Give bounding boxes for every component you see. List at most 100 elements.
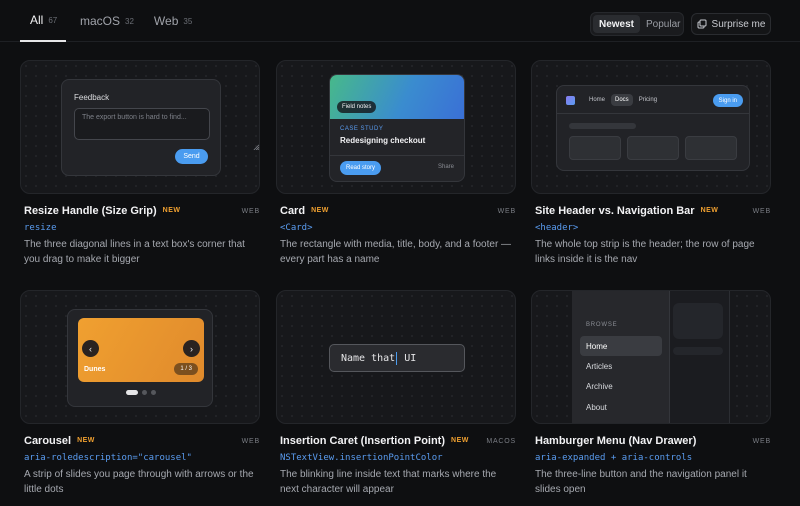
sort-toggle: Newest Popular [590,12,684,36]
filter-tabs: All 67 macOS 32 Web 35 [20,0,202,42]
slide-counter: 1 / 3 [174,363,198,375]
insertion-caret [396,351,398,365]
sample-card-title: Redesigning checkout [340,136,426,145]
card-title-text: Resize Handle (Size Grip) [24,205,157,217]
read-story-button[interactable]: Read story [340,161,382,175]
drawer-item-home[interactable]: Home [580,336,662,356]
tab-web[interactable]: Web 35 [144,0,202,42]
drawer-item-about[interactable]: About [580,397,662,417]
drawer-item-archive[interactable]: Archive [580,376,662,396]
card-preview: Field notes CASE STUDY Redesigning check… [276,60,516,194]
card-title: Card NEW [280,205,329,217]
code-name: <Card> [280,223,313,233]
nav-drawer: BROWSE Home Articles Archive About [572,291,670,423]
carousel-slide: ‹ › Dunes 1 / 3 [78,318,204,382]
tab-label: Web [153,14,179,28]
logo-icon [566,96,575,105]
caret-text-field[interactable]: Name that UI [329,344,465,372]
card-preview: ‹ › Dunes 1 / 3 [20,290,260,424]
card-title-text: Insertion Caret (Insertion Point) [280,435,446,447]
card-title: Carousel NEW [24,435,95,447]
sign-in-button[interactable]: Sign in [712,94,743,107]
shuffle-icon [697,19,707,29]
slide-title: Dunes [84,366,106,373]
card-preview: BROWSE Home Articles Archive About [531,290,771,424]
platform-tag: WEB [752,208,771,215]
card-preview: Feedback The export button is hard to fi… [20,60,260,194]
new-badge: NEW [77,437,95,444]
tab-all[interactable]: All 67 [20,0,66,42]
code-name: resize [24,223,57,233]
platform-tag: WEB [241,438,260,445]
send-button[interactable]: Send [175,149,208,164]
text-before-caret: Name that [341,352,396,364]
feedback-label: Feedback [74,93,110,102]
new-badge: NEW [451,437,469,444]
next-arrow-icon[interactable]: › [183,340,200,357]
drawer-item-articles[interactable]: Articles [580,356,662,376]
code-name: aria-roledescription="carousel" [24,453,192,463]
new-badge: NEW [311,207,329,214]
resize-grip-icon[interactable] [253,144,259,150]
placeholder-block [673,303,723,339]
card-title: Resize Handle (Size Grip) NEW [24,205,181,217]
prev-arrow-icon[interactable]: ‹ [82,340,99,357]
feedback-form: Feedback The export button is hard to fi… [61,79,259,176]
card-description: The whole top strip is the header; the r… [535,239,755,265]
nav-link-docs[interactable]: Docs [611,94,633,106]
sort-newest-button[interactable]: Newest [593,15,641,33]
placeholder-block [627,136,679,160]
carousel-dots [68,390,214,395]
sample-card: Field notes CASE STUDY Redesigning check… [329,74,465,182]
text-after-caret: UI [398,352,417,364]
tab-label: macOS [80,14,121,28]
code-name: <header> [535,223,579,233]
share-link[interactable]: Share [438,164,454,170]
nav-link-pricing[interactable]: Pricing [635,94,661,106]
placeholder-block [569,136,621,160]
card-eyebrow: CASE STUDY [340,126,384,132]
feedback-textarea[interactable]: The export button is hard to find... [74,108,210,140]
tab-count: 32 [125,16,134,26]
code-name: aria-expanded + aria-controls [535,453,693,463]
tab-macos[interactable]: macOS 32 [70,0,144,42]
drawer-caption: BROWSE [586,322,618,328]
card-description: The three diagonal lines in a text box's… [24,239,245,265]
nav-link-home[interactable]: Home [585,94,609,106]
card-description: A strip of slides you page through with … [24,469,254,495]
site-header-demo: Home Docs Pricing Sign in [556,85,750,171]
carousel-dot[interactable] [126,390,138,395]
card-title: Hamburger Menu (Nav Drawer) [535,435,696,447]
nav-bar: Home Docs Pricing [585,94,661,106]
carousel-demo: ‹ › Dunes 1 / 3 [67,309,213,407]
card-description: The rectangle with media, title, body, a… [280,239,512,265]
new-badge: NEW [162,207,181,214]
platform-tag: WEB [752,438,771,445]
new-badge: NEW [700,207,719,214]
tab-count: 35 [183,16,193,26]
media-chip: Field notes [337,101,377,113]
card-description: The three-line button and the navigation… [535,469,747,495]
card-preview: Name that UI [276,290,516,424]
card-title-text: Carousel [24,435,72,447]
platform-tag: WEB [497,208,516,215]
placeholder-bar [569,123,636,129]
placeholder-block [685,136,737,160]
carousel-dot[interactable] [151,390,156,395]
sort-popular-button[interactable]: Popular [640,15,686,33]
site-header: Home Docs Pricing Sign in [557,86,749,114]
card-title-text: Site Header vs. Navigation Bar [535,205,695,217]
surprise-me-button[interactable]: Surprise me [691,13,771,35]
card-title: Site Header vs. Navigation Bar NEW [535,205,718,217]
divider [330,155,464,156]
card-title-text: Hamburger Menu (Nav Drawer) [535,435,697,447]
card-description: The blinking line inside text that marks… [280,469,497,495]
surprise-label: Surprise me [711,18,766,30]
card-title-text: Card [280,205,306,217]
platform-tag: MACOS [486,438,516,445]
card-preview: Home Docs Pricing Sign in [531,60,771,194]
placeholder-bar [673,347,723,355]
code-name: NSTextView.insertionPointColor [280,453,443,463]
tab-count: 67 [48,15,58,25]
carousel-dot[interactable] [142,390,147,395]
